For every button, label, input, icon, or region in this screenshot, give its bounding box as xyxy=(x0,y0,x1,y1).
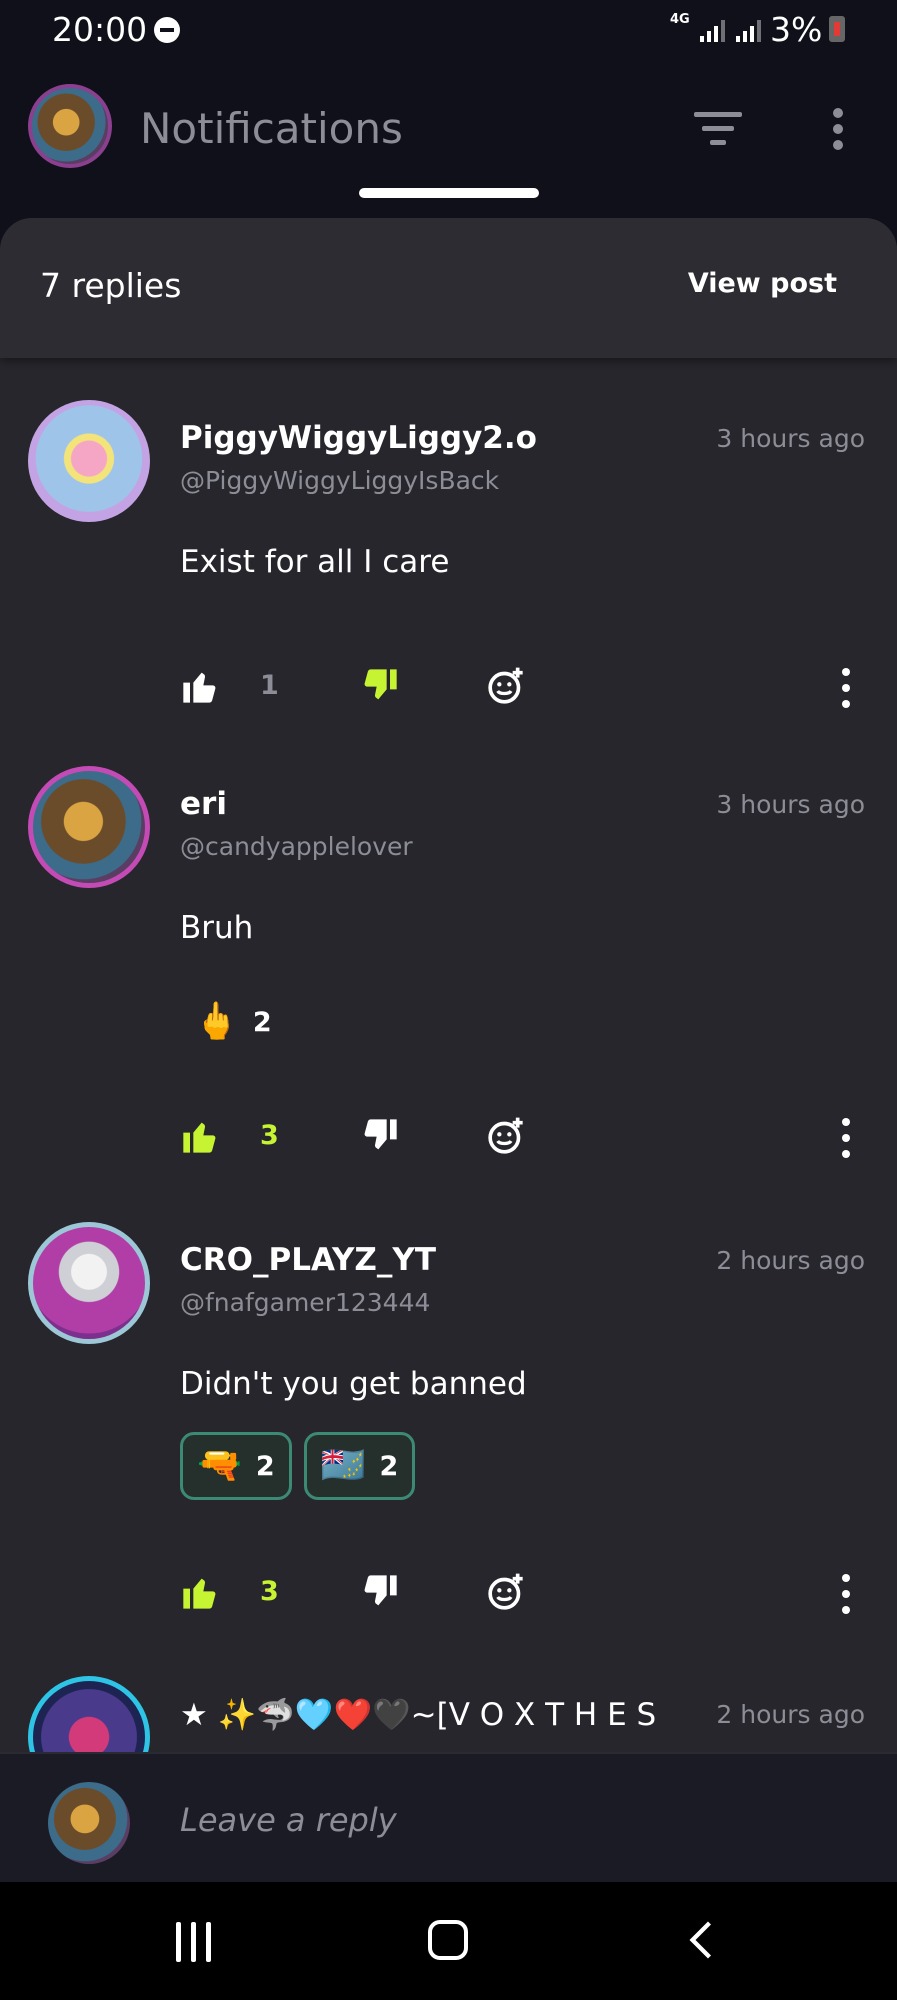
comment-author-name[interactable]: eri xyxy=(180,786,227,822)
app-header: Notifications xyxy=(0,60,897,220)
comment-actions: 1 xyxy=(0,664,897,714)
status-time: 20:00 xyxy=(52,10,148,49)
system-nav-bar xyxy=(0,1882,897,2000)
profile-avatar[interactable] xyxy=(28,84,112,168)
reaction-chip[interactable]: 🖕 2 xyxy=(180,988,286,1056)
thumbs-down-icon[interactable] xyxy=(360,1570,400,1614)
like-count: 3 xyxy=(260,1576,279,1607)
reply-bar xyxy=(0,1752,897,1882)
page-title: Notifications xyxy=(140,104,403,153)
comment-item: ★ ✨🦈🩵❤️🖤~[V O X T H E S 2 hours ago xyxy=(0,1676,897,1754)
reaction-count: 2 xyxy=(255,1450,275,1482)
avatar xyxy=(48,1782,130,1864)
sheet-header: 7 replies View post xyxy=(0,218,897,358)
like-count: 3 xyxy=(260,1120,279,1151)
reaction-list: 🔫 2 🇹🇻 2 xyxy=(180,1432,416,1500)
network-type-label: 4G xyxy=(670,12,690,27)
comment-timestamp: 3 hours ago xyxy=(716,790,865,819)
view-post-button[interactable]: View post xyxy=(688,268,837,299)
comment-item: PiggyWiggyLiggy2.o @PiggyWiggyLiggyIsBac… xyxy=(0,400,897,708)
comment-actions: 3 xyxy=(0,1114,897,1164)
avatar[interactable] xyxy=(28,1676,150,1754)
comment-text: Didn't you get banned xyxy=(180,1366,527,1402)
comment-more-icon[interactable] xyxy=(838,666,854,710)
comment-timestamp: 2 hours ago xyxy=(716,1246,865,1275)
comment-text: Exist for all I care xyxy=(180,544,450,580)
thumbs-down-icon[interactable] xyxy=(360,664,400,708)
comment-more-icon[interactable] xyxy=(838,1572,854,1616)
reply-input[interactable] xyxy=(180,1794,840,1846)
battery-icon xyxy=(829,16,845,42)
recent-apps-icon[interactable] xyxy=(176,1922,216,1962)
reaction-count: 2 xyxy=(252,1006,272,1038)
reaction-emoji: 🖕 xyxy=(194,1001,239,1042)
comment-timestamp: 3 hours ago xyxy=(716,424,865,453)
comment-item: CRO_PLAYZ_YT @fnafgamer123444 2 hours ag… xyxy=(0,1222,897,1622)
comment-text: Bruh xyxy=(180,910,254,946)
comment-author-handle: @candyapplelover xyxy=(180,832,413,861)
comment-actions: 3 xyxy=(0,1570,897,1620)
reaction-chip[interactable]: 🇹🇻 2 xyxy=(303,1432,416,1500)
thumbs-down-icon[interactable] xyxy=(360,1114,400,1158)
reaction-emoji: 🔫 xyxy=(197,1445,242,1486)
comment-timestamp: 2 hours ago xyxy=(716,1700,865,1729)
thumbs-up-icon[interactable] xyxy=(180,664,220,708)
avatar[interactable] xyxy=(28,1222,150,1344)
replies-count: 7 replies xyxy=(40,266,182,305)
comment-author-name[interactable]: ★ ✨🦈🩵❤️🖤~[V O X T H E S xyxy=(180,1696,656,1733)
signal-icon-sim2 xyxy=(736,18,766,42)
filter-icon[interactable] xyxy=(694,112,742,146)
back-icon[interactable] xyxy=(684,1918,718,1962)
comment-more-icon[interactable] xyxy=(838,1116,854,1160)
status-bar: 20:00 4G 3% xyxy=(0,0,897,60)
like-count: 1 xyxy=(260,670,279,701)
comment-author-name[interactable]: PiggyWiggyLiggy2.o xyxy=(180,420,537,456)
add-reaction-icon[interactable] xyxy=(486,664,526,708)
reaction-list: 🖕 2 xyxy=(180,988,286,1056)
add-reaction-icon[interactable] xyxy=(486,1570,526,1614)
battery-percent: 3% xyxy=(770,10,823,49)
reaction-count: 2 xyxy=(379,1450,399,1482)
home-icon[interactable] xyxy=(428,1920,468,1960)
comment-author-handle: @fnafgamer123444 xyxy=(180,1288,431,1317)
comment-author-handle: @PiggyWiggyLiggyIsBack xyxy=(180,466,500,495)
do-not-disturb-icon xyxy=(154,17,180,43)
reaction-emoji: 🇹🇻 xyxy=(320,1445,366,1486)
more-vertical-icon[interactable] xyxy=(830,108,846,150)
reaction-chip[interactable]: 🔫 2 xyxy=(180,1432,292,1500)
avatar[interactable] xyxy=(28,400,150,522)
comment-author-name[interactable]: CRO_PLAYZ_YT xyxy=(180,1242,436,1278)
thumbs-up-icon[interactable] xyxy=(180,1114,220,1158)
add-reaction-icon[interactable] xyxy=(486,1114,526,1158)
comment-item: eri @candyapplelover 3 hours ago Bruh 🖕 … xyxy=(0,766,897,1166)
thumbs-up-icon[interactable] xyxy=(180,1570,220,1614)
signal-icon xyxy=(700,18,730,42)
avatar[interactable] xyxy=(28,766,150,888)
replies-sheet: 7 replies View post PiggyWiggyLiggy2.o @… xyxy=(0,218,897,1754)
sheet-drag-handle[interactable] xyxy=(359,188,539,198)
